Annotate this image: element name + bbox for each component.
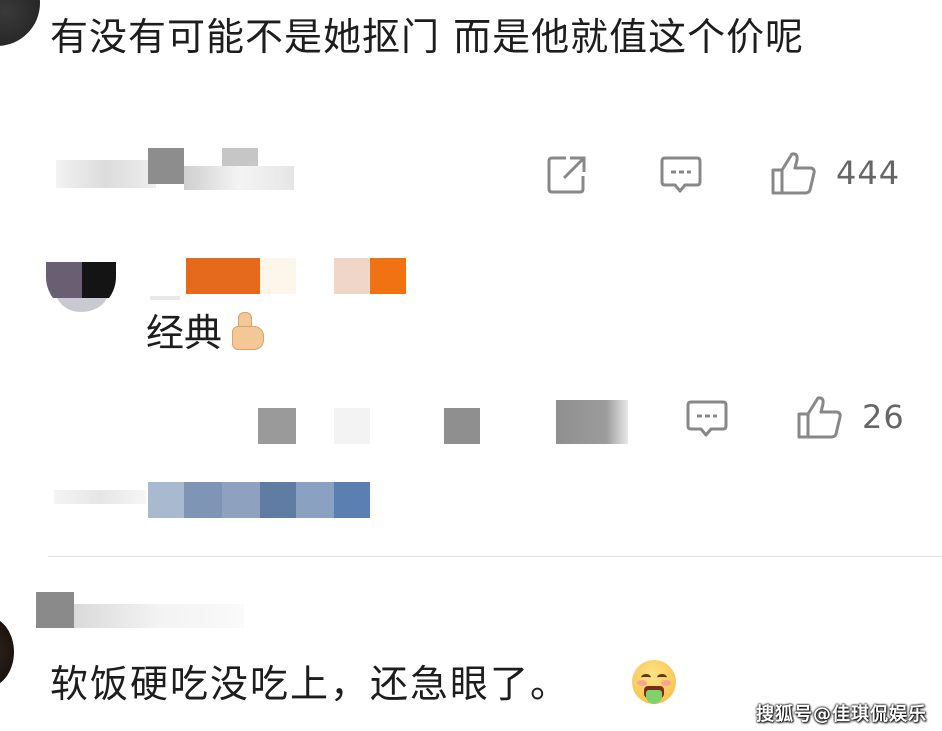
like-icon[interactable]: [770, 150, 818, 196]
comment-text: 软饭硬吃没吃上，还急眼了。: [50, 662, 571, 706]
thumbs-up-emoji: [224, 312, 266, 352]
divider: [48, 556, 942, 557]
like-count: 26: [862, 398, 905, 436]
like-icon[interactable]: [796, 394, 844, 440]
vomiting-face-emoji: [632, 660, 676, 704]
reply-avatar[interactable]: [46, 262, 116, 312]
comment-icon[interactable]: [686, 398, 728, 440]
like-count: 444: [836, 154, 901, 192]
reply-text: 经典: [146, 310, 266, 356]
avatar[interactable]: [0, 616, 14, 688]
watermark: 搜狐号@佳琪侃娱乐: [756, 704, 927, 725]
reply-text-label: 经典: [146, 311, 223, 355]
comment-text: 有没有可能不是她抠门 而是他就值这个价呢: [50, 15, 805, 59]
comment-icon[interactable]: [660, 154, 702, 196]
avatar[interactable]: [0, 0, 40, 46]
share-icon[interactable]: [546, 154, 588, 196]
